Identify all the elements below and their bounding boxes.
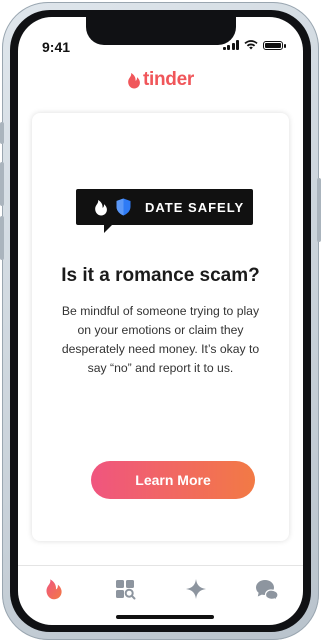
safety-card: DATE SAFELY Is it a romance scam? Be min… [32,113,289,541]
tab-explore[interactable] [105,578,145,608]
tab-swipe[interactable] [34,578,74,608]
explore-icon [115,580,136,600]
status-time: 9:41 [42,39,71,55]
tab-gold[interactable] [176,578,216,608]
power-button [317,178,321,242]
badge-tail [104,223,114,233]
card-body-text: Be mindful of someone trying to play on … [61,304,260,375]
volume-down-button [0,216,4,260]
tab-messages[interactable] [247,578,287,608]
card-headline: Is it a romance scam? [61,265,260,286]
home-indicator [116,615,214,619]
logo-text: tinder [143,69,194,90]
status-icons [222,40,286,50]
flame-logo-icon [128,72,140,88]
badge-label: DATE SAFELY [145,199,245,215]
screen: 9:41 tinder DATE SAFELY Is it a romance … [18,17,303,625]
sparkle-icon [186,579,207,599]
battery-icon [263,40,286,50]
cellular-signal-icon [222,40,239,50]
flame-icon [46,579,62,600]
notch [86,17,236,45]
mute-switch [0,122,4,144]
wifi-icon [244,40,258,50]
phone-frame: 9:41 tinder DATE SAFELY Is it a romance … [0,2,321,640]
date-safely-badge: DATE SAFELY [76,189,253,225]
volume-up-button [0,162,4,206]
flame-icon [95,199,107,215]
chat-icon [256,580,279,600]
shield-icon [116,198,131,216]
tinder-logo: tinder [18,69,303,91]
phone-bezel: 9:41 tinder DATE SAFELY Is it a romance … [10,10,311,632]
learn-more-button[interactable]: Learn More [91,461,255,499]
